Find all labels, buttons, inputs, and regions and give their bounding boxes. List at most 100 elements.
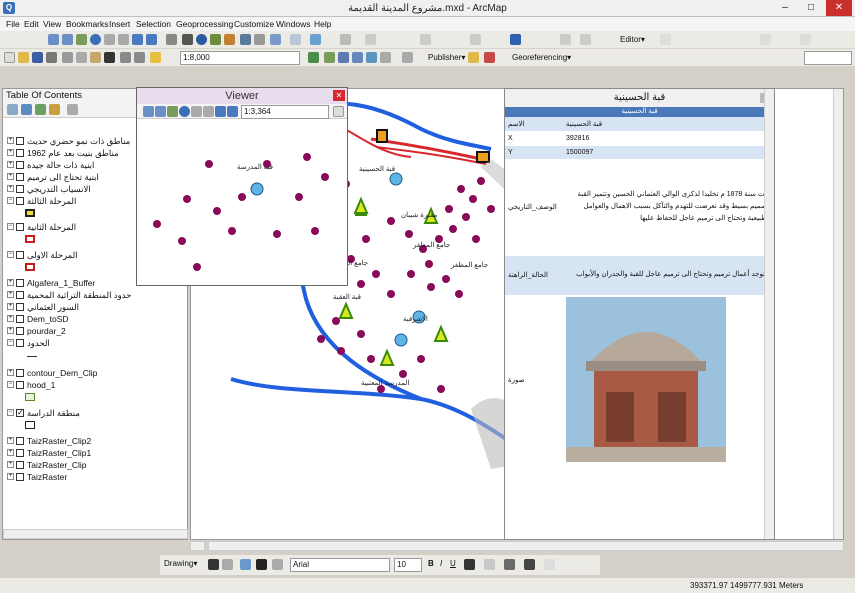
edit-tool-icon[interactable] xyxy=(660,34,671,45)
menu-help[interactable]: Help xyxy=(314,19,331,29)
maximize-button[interactable]: □ xyxy=(798,0,824,16)
zoom-out-icon[interactable] xyxy=(155,106,166,117)
layer-symbol[interactable] xyxy=(25,263,35,271)
layer-checkbox[interactable] xyxy=(16,315,24,323)
menu-view[interactable]: View xyxy=(43,19,61,29)
layer-checkbox[interactable] xyxy=(16,279,24,287)
list-by-selection-icon[interactable] xyxy=(49,104,60,115)
minimize-button[interactable]: – xyxy=(772,0,798,16)
arcgis-toolbox-icon[interactable] xyxy=(310,34,321,45)
map-vertical-scrollbar[interactable] xyxy=(833,89,843,539)
toc-layer-row[interactable]: + TaizRaster_Clip xyxy=(3,459,189,471)
layer-checkbox[interactable] xyxy=(16,369,24,377)
menu-geoprocessing[interactable]: Geoprocessing xyxy=(176,19,233,29)
line-color-icon[interactable] xyxy=(504,559,515,570)
layer-checkbox[interactable] xyxy=(16,251,24,259)
font-size-combo[interactable]: 10 xyxy=(394,558,422,572)
pan-icon[interactable] xyxy=(76,34,87,45)
layer-checkbox[interactable] xyxy=(16,161,24,169)
toc-layer-row[interactable]: + حدود المنطقة التراثية المحمية xyxy=(3,289,189,301)
snapping-icon[interactable] xyxy=(365,34,376,45)
python-icon[interactable] xyxy=(340,34,351,45)
hyperlink-icon[interactable] xyxy=(240,34,251,45)
font-color-icon[interactable] xyxy=(464,559,475,570)
html-popup-window[interactable]: قبة الحسينية قبة الحسينية الاسم قبة الحس… xyxy=(504,88,775,540)
publisher-dropdown[interactable]: Publisher▾ xyxy=(428,53,465,62)
redo-icon[interactable] xyxy=(134,52,145,63)
layer-combo[interactable] xyxy=(804,51,852,65)
expand-icon[interactable]: + xyxy=(7,137,14,144)
expand-icon[interactable]: − xyxy=(7,251,14,258)
layer-symbol[interactable] xyxy=(25,235,35,243)
toc-layer-row[interactable]: − الحدود xyxy=(3,337,189,349)
expand-icon[interactable]: + xyxy=(7,279,14,286)
search-window-icon[interactable] xyxy=(352,52,363,63)
expand-icon[interactable]: − xyxy=(7,381,14,388)
layer-checkbox[interactable] xyxy=(16,381,24,389)
print-icon[interactable] xyxy=(46,52,57,63)
layout-view-button[interactable] xyxy=(190,541,205,551)
select-elements-icon[interactable] xyxy=(182,34,193,45)
mosque-icon[interactable] xyxy=(379,348,395,366)
editor-toolbar-icon[interactable] xyxy=(308,52,319,63)
expand-icon[interactable]: − xyxy=(7,409,14,416)
expand-icon[interactable]: + xyxy=(7,303,14,310)
italic-button[interactable]: I xyxy=(440,559,442,568)
expand-icon[interactable]: − xyxy=(7,223,14,230)
viewer-scale-combo[interactable]: 1:3,364 xyxy=(241,105,329,119)
mosque-icon[interactable] xyxy=(353,196,369,216)
layer-symbol[interactable] xyxy=(25,209,35,217)
expand-icon[interactable]: + xyxy=(7,315,14,322)
add-data-icon[interactable] xyxy=(150,52,161,63)
bold-button[interactable]: B xyxy=(428,559,434,568)
layer-checkbox[interactable] xyxy=(16,303,24,311)
editor-dropdown[interactable]: Editor▾ xyxy=(620,35,645,44)
mosque-icon[interactable] xyxy=(433,324,449,342)
full-extent-icon[interactable] xyxy=(90,34,101,45)
expand-icon[interactable]: + xyxy=(7,161,14,168)
color-icon[interactable] xyxy=(510,34,521,45)
geocode-icon[interactable] xyxy=(580,34,591,45)
menu-bookmarks[interactable]: Bookmarks xyxy=(66,19,109,29)
pan-icon[interactable] xyxy=(167,106,178,117)
rotate-icon[interactable] xyxy=(222,559,233,570)
forward-extent-icon[interactable] xyxy=(146,34,157,45)
list-by-drawing-order-icon[interactable] xyxy=(7,104,18,115)
full-extent-icon[interactable] xyxy=(179,106,190,117)
marker-color-icon[interactable] xyxy=(524,559,535,570)
expand-icon[interactable]: + xyxy=(7,369,14,376)
time-slider-icon[interactable] xyxy=(270,34,281,45)
package-icon[interactable] xyxy=(484,52,495,63)
list-by-source-icon[interactable] xyxy=(21,104,32,115)
menu-windows[interactable]: Windows xyxy=(276,19,310,29)
toc-layer-row[interactable]: − hood_1 xyxy=(3,379,189,391)
toc-layer-row[interactable]: + Dem_toSD xyxy=(3,313,189,325)
create-viewer-icon[interactable] xyxy=(290,34,301,45)
layer-checkbox[interactable] xyxy=(16,339,24,347)
forward-extent-icon[interactable] xyxy=(227,106,238,117)
options-icon[interactable] xyxy=(67,104,78,115)
cut-icon[interactable] xyxy=(62,52,73,63)
undo-icon[interactable] xyxy=(120,52,131,63)
attributes-icon[interactable] xyxy=(800,34,811,45)
toc-layer-row[interactable]: + السور العثماني xyxy=(3,301,189,313)
layer-checkbox[interactable] xyxy=(16,473,24,481)
identify-icon[interactable] xyxy=(196,34,207,45)
find-icon[interactable] xyxy=(210,34,221,45)
html-popup-icon[interactable] xyxy=(254,34,265,45)
publish-icon[interactable] xyxy=(468,52,479,63)
georeferencing-dropdown[interactable]: Georeferencing▾ xyxy=(512,53,571,62)
dome-icon[interactable] xyxy=(250,182,264,196)
underline-button[interactable]: U xyxy=(450,559,456,568)
layer-symbol[interactable] xyxy=(25,421,35,429)
layer-checkbox[interactable] xyxy=(16,197,24,205)
menu-insert[interactable]: Insert xyxy=(109,19,130,29)
mosque-icon[interactable] xyxy=(338,301,354,319)
copy-icon[interactable] xyxy=(76,52,87,63)
popup-title-bar[interactable]: قبة الحسينية xyxy=(505,89,774,107)
expand-icon[interactable]: + xyxy=(7,173,14,180)
layer-checkbox[interactable] xyxy=(16,149,24,157)
layer-checkbox[interactable] xyxy=(16,437,24,445)
catalog-icon[interactable] xyxy=(338,52,349,63)
dome-icon[interactable] xyxy=(389,172,403,186)
